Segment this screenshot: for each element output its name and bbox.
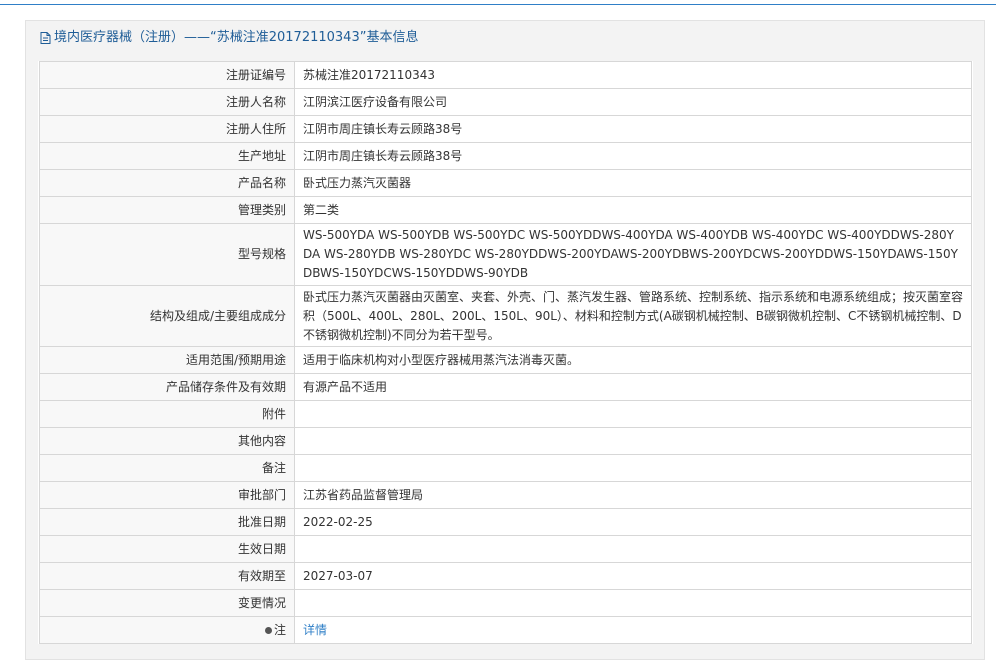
field-value: 江阴市周庄镇长寿云顾路38号 — [294, 142, 972, 170]
field-label: 变更情况 — [39, 589, 295, 617]
panel-title: 境内医疗器械（注册）——“苏械注准20172110343”基本信息 — [40, 29, 418, 47]
field-value: 卧式压力蒸汽灭菌器 — [294, 169, 972, 197]
info-sheet: 注册证编号 苏械注准20172110343 注册人名称 江阴滨江医疗设备有限公司… — [38, 61, 973, 644]
table-row: 注册人名称 江阴滨江医疗设备有限公司 — [39, 88, 972, 116]
field-value: 有源产品不适用 — [294, 373, 972, 401]
top-divider — [0, 4, 996, 5]
field-label: 结构及组成/主要组成成分 — [39, 285, 295, 347]
field-label: 备注 — [39, 454, 295, 482]
field-value: 2027-03-07 — [294, 562, 972, 590]
field-label: 产品名称 — [39, 169, 295, 197]
field-label: 批准日期 — [39, 508, 295, 536]
field-value: 苏械注准20172110343 — [294, 61, 972, 89]
table-row: 适用范围/预期用途 适用于临床机构对小型医疗器械用蒸汽法消毒灭菌。 — [39, 346, 972, 374]
field-label: 管理类别 — [39, 196, 295, 224]
field-value — [294, 400, 972, 428]
field-label: 审批部门 — [39, 481, 295, 509]
field-label: 附件 — [39, 400, 295, 428]
table-row: 附件 — [39, 400, 972, 428]
table-row: 型号规格 WS-500YDA WS-500YDB WS-500YDC WS-50… — [39, 223, 972, 286]
field-value: 第二类 — [294, 196, 972, 224]
table-row: 生效日期 — [39, 535, 972, 563]
field-label: 注册证编号 — [39, 61, 295, 89]
field-label: 注 — [273, 622, 286, 637]
field-value: 卧式压力蒸汽灭菌器由灭菌室、夹套、外壳、门、蒸汽发生器、管路系统、控制系统、指示… — [294, 285, 972, 347]
field-label: 型号规格 — [39, 223, 295, 286]
table-row: 有效期至 2027-03-07 — [39, 562, 972, 590]
table-row: 结构及组成/主要组成成分 卧式压力蒸汽灭菌器由灭菌室、夹套、外壳、门、蒸汽发生器… — [39, 285, 972, 347]
info-table: 注册证编号 苏械注准20172110343 注册人名称 江阴滨江医疗设备有限公司… — [39, 61, 972, 644]
table-row: 产品名称 卧式压力蒸汽灭菌器 — [39, 169, 972, 197]
table-row: 其他内容 — [39, 427, 972, 455]
field-value: 江苏省药品监督管理局 — [294, 481, 972, 509]
table-row: 注册人住所 江阴市周庄镇长寿云顾路38号 — [39, 115, 972, 143]
field-value — [294, 427, 972, 455]
field-label: 注册人住所 — [39, 115, 295, 143]
panel-title-text: 境内医疗器械（注册）——“苏械注准20172110343”基本信息 — [54, 30, 419, 45]
info-panel: 境内医疗器械（注册）——“苏械注准20172110343”基本信息 注册证编号 … — [25, 20, 985, 660]
field-label: 生效日期 — [39, 535, 295, 563]
table-row: 管理类别 第二类 — [39, 196, 972, 224]
field-label: 有效期至 — [39, 562, 295, 590]
table-row: 注册证编号 苏械注准20172110343 — [39, 61, 972, 89]
table-row: 审批部门 江苏省药品监督管理局 — [39, 481, 972, 509]
field-value — [294, 535, 972, 563]
field-value: 适用于临床机构对小型医疗器械用蒸汽法消毒灭菌。 — [294, 346, 972, 374]
details-link[interactable]: 详情 — [303, 623, 327, 637]
table-row: 变更情况 — [39, 589, 972, 617]
field-label: 注册人名称 — [39, 88, 295, 116]
table-row: 注 详情 — [39, 616, 972, 644]
table-row: 生产地址 江阴市周庄镇长寿云顾路38号 — [39, 142, 972, 170]
table-row: 批准日期 2022-02-25 — [39, 508, 972, 536]
field-value: 江阴滨江医疗设备有限公司 — [294, 88, 972, 116]
field-label: 生产地址 — [39, 142, 295, 170]
field-value: 2022-02-25 — [294, 508, 972, 536]
field-value — [294, 454, 972, 482]
bullet-icon — [264, 626, 272, 634]
field-value — [294, 589, 972, 617]
document-icon — [40, 32, 51, 44]
field-label: 适用范围/预期用途 — [39, 346, 295, 374]
field-value: WS-500YDA WS-500YDB WS-500YDC WS-500YDDW… — [294, 223, 972, 286]
field-value: 江阴市周庄镇长寿云顾路38号 — [294, 115, 972, 143]
field-label: 产品储存条件及有效期 — [39, 373, 295, 401]
table-row: 备注 — [39, 454, 972, 482]
table-row: 产品储存条件及有效期 有源产品不适用 — [39, 373, 972, 401]
note-value-cell: 详情 — [294, 616, 972, 644]
note-label-cell: 注 — [39, 616, 295, 644]
field-label: 其他内容 — [39, 427, 295, 455]
